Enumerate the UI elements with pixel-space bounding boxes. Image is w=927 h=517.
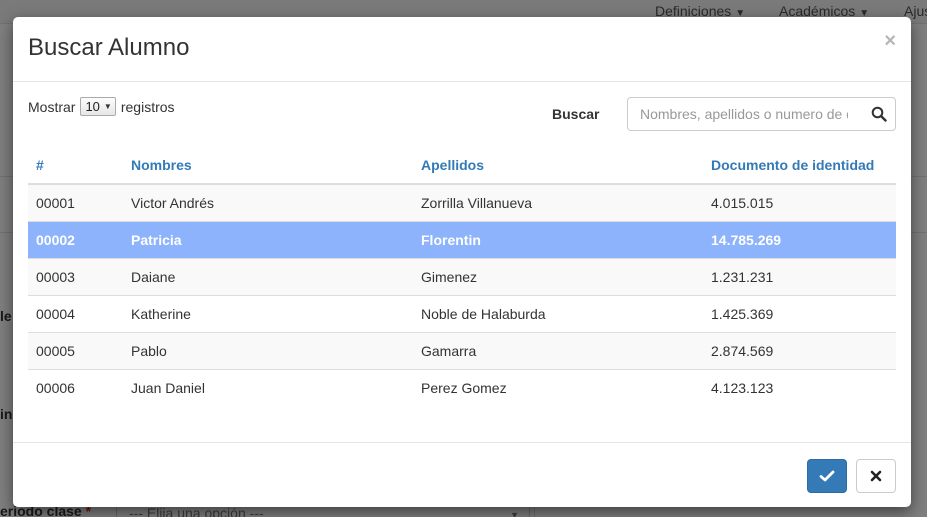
- check-icon: [819, 470, 835, 482]
- column-header-id[interactable]: #: [28, 147, 123, 185]
- cell-apellidos: Zorrilla Villanueva: [413, 183, 703, 221]
- search-box: [627, 97, 896, 131]
- search-input[interactable]: [628, 98, 860, 130]
- cell-documento: 4.123.123: [703, 368, 896, 406]
- page-length-value: 10: [85, 99, 100, 114]
- column-header-nombres[interactable]: Nombres: [123, 147, 413, 185]
- cancel-button[interactable]: [856, 459, 896, 493]
- cell-apellidos: Florentin: [413, 220, 703, 258]
- cell-id: 00003: [28, 257, 123, 295]
- cell-documento: 1.425.369: [703, 294, 896, 332]
- page-length-select[interactable]: 10 ▼: [80, 97, 116, 116]
- search-label: Buscar: [552, 106, 600, 122]
- cell-apellidos: Noble de Halaburda: [413, 294, 703, 332]
- table-row[interactable]: 00006 Juan Daniel Perez Gomez 4.123.123: [28, 368, 896, 406]
- table-row[interactable]: 00003 Daiane Gimenez 1.231.231: [28, 257, 896, 295]
- cell-apellidos: Gamarra: [413, 331, 703, 369]
- length-prefix: Mostrar: [28, 98, 76, 115]
- cell-apellidos: Gimenez: [413, 257, 703, 295]
- cell-documento: 4.015.015: [703, 183, 896, 221]
- cell-id: 00006: [28, 368, 123, 406]
- cell-id: 00002: [28, 220, 123, 258]
- cell-id: 00004: [28, 294, 123, 332]
- cell-documento: 14.785.269: [703, 220, 896, 258]
- cell-documento: 1.231.231: [703, 257, 896, 295]
- times-icon: [870, 470, 882, 482]
- cell-nombres: Victor Andrés: [123, 183, 413, 221]
- cell-nombres: Pablo: [123, 331, 413, 369]
- close-icon[interactable]: ×: [884, 31, 896, 51]
- cell-id: 00005: [28, 331, 123, 369]
- page-length-control: Mostrar 10 ▼ registros: [28, 97, 175, 116]
- table-header-row: # Nombres Apellidos Documento de identid…: [28, 147, 896, 185]
- cell-nombres: Juan Daniel: [123, 368, 413, 406]
- cell-apellidos: Perez Gomez: [413, 368, 703, 406]
- modal-footer: [13, 442, 911, 507]
- modal-header: Buscar Alumno ×: [13, 17, 911, 82]
- students-table: # Nombres Apellidos Documento de identid…: [28, 147, 896, 406]
- column-header-documento[interactable]: Documento de identidad: [703, 147, 896, 185]
- accept-button[interactable]: [807, 459, 847, 493]
- buscar-alumno-modal: Buscar Alumno × Mostrar 10 ▼ registros B…: [13, 17, 911, 507]
- modal-title: Buscar Alumno: [28, 34, 190, 61]
- search-icon[interactable]: [871, 106, 887, 122]
- cell-documento: 2.874.569: [703, 331, 896, 369]
- table-row[interactable]: 00005 Pablo Gamarra 2.874.569: [28, 331, 896, 369]
- cell-nombres: Patricia: [123, 220, 413, 258]
- chevron-down-icon: ▼: [103, 102, 112, 111]
- table-row[interactable]: 00001 Victor Andrés Zorrilla Villanueva …: [28, 183, 896, 221]
- cell-id: 00001: [28, 183, 123, 221]
- cell-nombres: Daiane: [123, 257, 413, 295]
- length-suffix: registros: [120, 98, 175, 115]
- table-row[interactable]: 00004 Katherine Noble de Halaburda 1.425…: [28, 294, 896, 332]
- table-row-selected[interactable]: 00002 Patricia Florentin 14.785.269: [28, 220, 896, 258]
- column-header-apellidos[interactable]: Apellidos: [413, 147, 703, 185]
- cell-nombres: Katherine: [123, 294, 413, 332]
